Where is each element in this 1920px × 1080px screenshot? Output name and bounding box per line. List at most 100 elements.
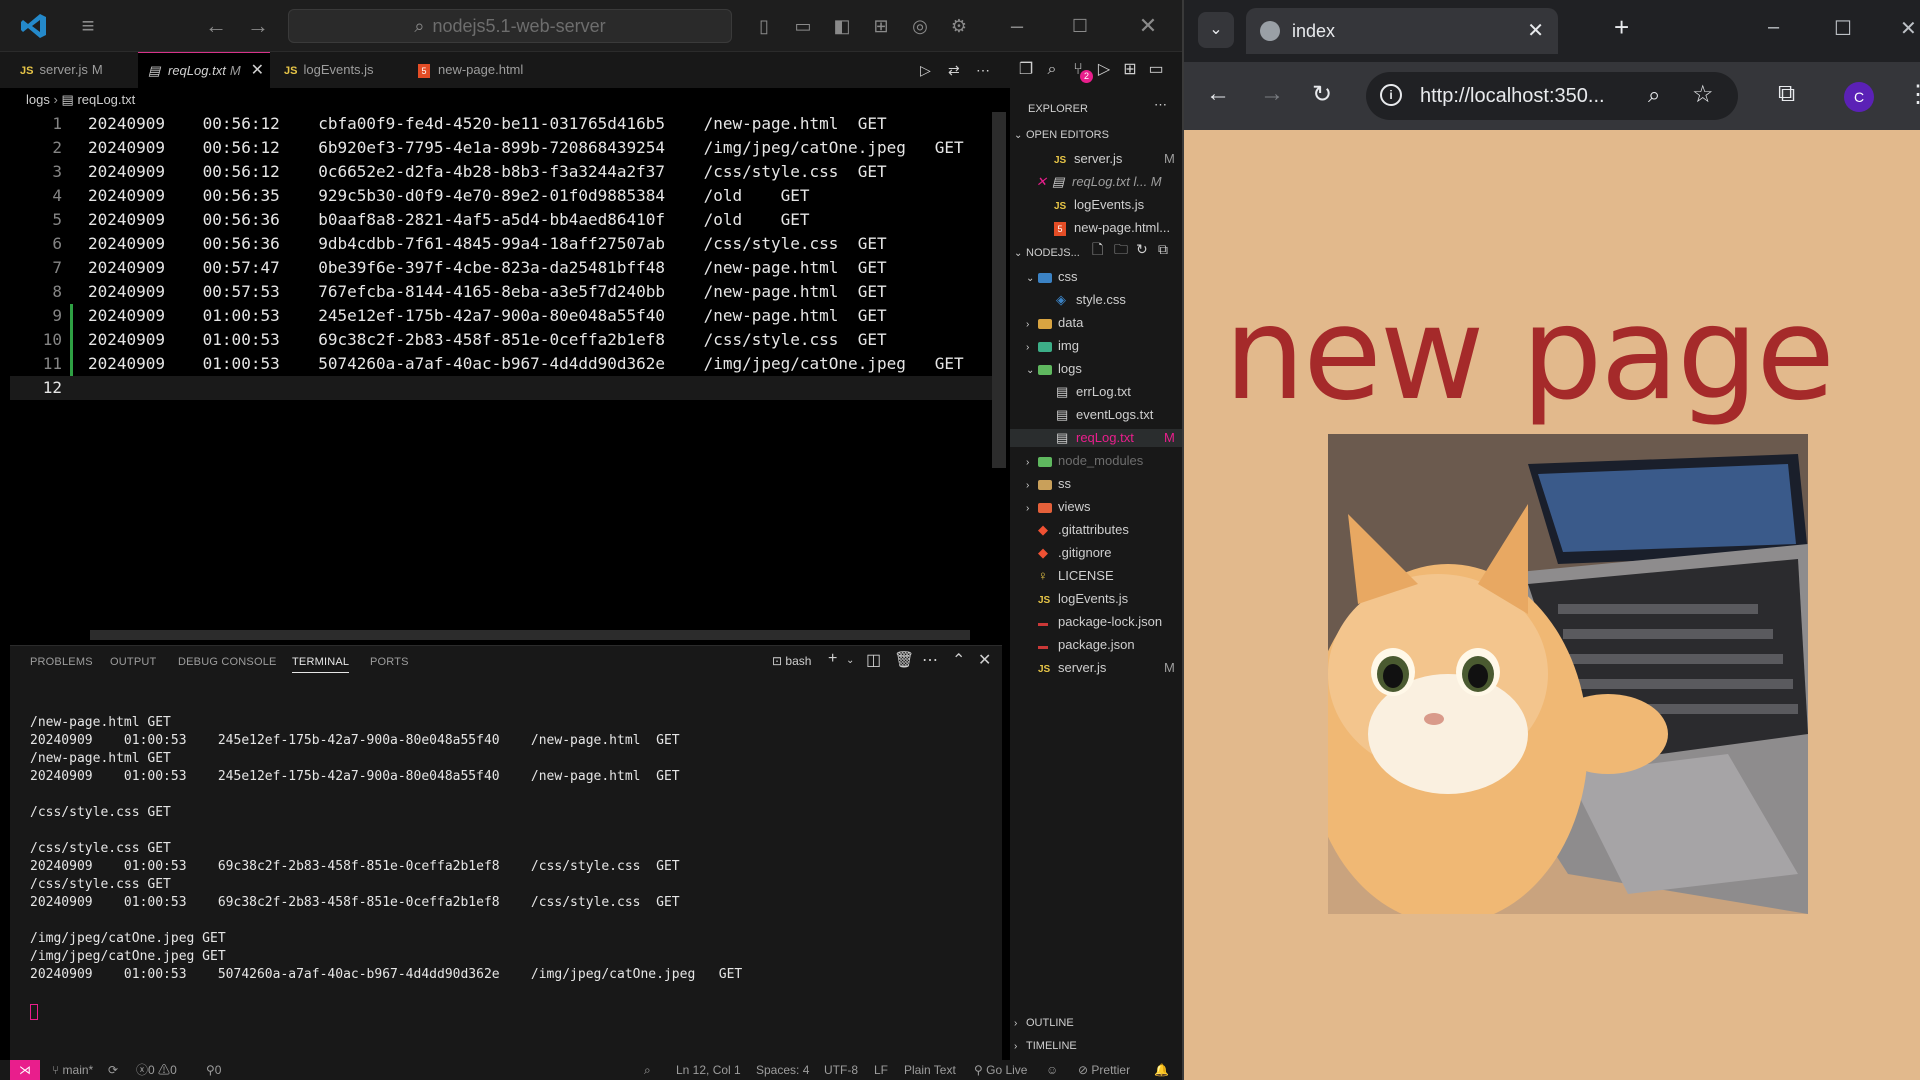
tab-close-icon[interactable]: ✕ xyxy=(251,62,264,79)
outline-header[interactable]: › OUTLINE xyxy=(1014,1014,1074,1033)
extensions-puzzle-icon[interactable]: ⧉ xyxy=(1778,80,1795,108)
close-icon[interactable]: ✕ xyxy=(1036,173,1052,191)
code-editor[interactable]: 1 20240909 00:56:12 cbfa00f9-fe4d-4520-be… xyxy=(10,112,1000,632)
tab-problems[interactable]: PROBLEMS xyxy=(30,656,93,668)
file-item[interactable]: ▬ package-lock.json xyxy=(1038,613,1162,633)
file-item[interactable]: ▤ errLog.txt xyxy=(1056,383,1131,401)
new-terminal-icon[interactable]: + xyxy=(828,650,837,668)
timeline-header[interactable]: › TIMELINE xyxy=(1014,1037,1077,1056)
site-info-icon[interactable]: i xyxy=(1380,84,1402,106)
editor-line[interactable]: 7 20240909 00:57:47 0be39f6e-397f-4cbe-82… xyxy=(10,256,1000,280)
new-folder-icon[interactable]: 🗀 xyxy=(1114,240,1128,258)
forward-arrow-icon[interactable]: → xyxy=(244,12,272,40)
reload-icon[interactable]: ↻ xyxy=(1312,80,1332,109)
indentation[interactable]: Spaces: 4 xyxy=(756,1060,809,1080)
split-terminal-icon[interactable]: ◫ xyxy=(866,650,881,670)
open-editor-item[interactable]: 5 new-page.html... xyxy=(1054,219,1170,237)
address-bar[interactable]: i http://localhost:350... ⌕ ☆ xyxy=(1366,72,1738,120)
more-actions-icon[interactable]: ⋯ xyxy=(1154,96,1167,114)
more-actions-icon[interactable]: ⋯ xyxy=(922,650,938,670)
editor-line[interactable]: 11 20240909 01:00:53 5074260a-a7af-40ac-b… xyxy=(10,352,1000,376)
encoding[interactable]: UTF-8 xyxy=(824,1060,858,1080)
back-arrow-icon[interactable]: ← xyxy=(202,12,230,40)
tab-reqlog-txt[interactable]: ▤ reqLog.txt M ✕ xyxy=(138,52,270,88)
editor-horizontal-scrollbar[interactable] xyxy=(90,630,970,640)
file-item[interactable]: JS logEvents.js xyxy=(1038,590,1128,610)
extensions-icon[interactable]: ⊞ xyxy=(1120,60,1140,80)
file-item[interactable]: ◆ .gitignore xyxy=(1038,544,1111,562)
folder-item[interactable]: › views xyxy=(1026,498,1091,518)
ports-indicator[interactable]: ⚲0 xyxy=(206,1060,221,1080)
back-arrow-icon[interactable]: ← xyxy=(1206,80,1230,108)
open-editors-header[interactable]: ⌄ OPEN EDITORS xyxy=(1014,126,1109,145)
cursor-position[interactable]: Ln 12, Col 1 xyxy=(676,1060,741,1080)
copilot-icon[interactable]: ☺ xyxy=(1046,1060,1058,1080)
minimize-icon[interactable]: – xyxy=(1003,12,1031,40)
bell-icon[interactable]: 🔔 xyxy=(1154,1060,1169,1080)
editor-line[interactable]: 5 20240909 00:56:36 b0aaf8a8-2821-4af5-a5… xyxy=(10,208,1000,232)
breadcrumb-folder[interactable]: logs xyxy=(26,92,50,107)
editor-line[interactable]: 10 20240909 01:00:53 69c38c2f-2b83-458f-8… xyxy=(10,328,1000,352)
editor-line[interactable]: 2 20240909 00:56:12 6b920ef3-7795-4e1a-89… xyxy=(10,136,1000,160)
toggle-panel-icon[interactable]: ▭ xyxy=(789,12,817,40)
new-file-icon[interactable]: 🗋 xyxy=(1092,240,1103,258)
folder-item[interactable]: › node_modules xyxy=(1026,452,1143,472)
editor-line[interactable]: 4 20240909 00:56:35 929c5b30-d0f9-4e70-89… xyxy=(10,184,1000,208)
tab-debug-console[interactable]: DEBUG CONSOLE xyxy=(178,656,277,668)
close-window-icon[interactable]: ✕ xyxy=(1900,16,1917,41)
project-header[interactable]: ⌄ NODEJS... xyxy=(1014,244,1080,263)
forward-arrow-icon[interactable]: → xyxy=(1260,80,1284,108)
editor-vertical-scrollbar[interactable] xyxy=(992,112,1006,468)
file-item-selected[interactable]: ▤ reqLog.txt xyxy=(1010,429,1182,447)
editor-line[interactable]: 3 20240909 00:56:12 0c6652e2-d2fa-4b28-b8… xyxy=(10,160,1000,184)
file-item[interactable]: ▬ package.json xyxy=(1038,636,1135,656)
tab-server-js[interactable]: JS server.js M xyxy=(20,52,140,88)
file-item[interactable]: ◈ style.css xyxy=(1056,291,1126,309)
open-editor-item[interactable]: JS server.js xyxy=(1054,150,1122,170)
menu-icon[interactable]: ≡ xyxy=(74,12,102,40)
compare-changes-icon[interactable]: ⇄ xyxy=(948,52,960,88)
folder-item[interactable]: ⌄ css xyxy=(1026,268,1078,288)
trash-icon[interactable]: 🗑 xyxy=(894,650,914,670)
file-item[interactable]: ▤ eventLogs.txt xyxy=(1056,406,1153,424)
browser-tab-active[interactable]: index ✕ xyxy=(1246,8,1558,54)
gear-icon[interactable]: ⚙ xyxy=(945,12,973,40)
editor-current-line[interactable]: 12 xyxy=(10,376,1000,400)
end-of-line[interactable]: LF xyxy=(874,1060,888,1080)
explorer-icon[interactable]: ❐ xyxy=(1016,60,1036,80)
editor-line[interactable]: 9 20240909 01:00:53 245e12ef-175b-42a7-90… xyxy=(10,304,1000,328)
bookmark-star-icon[interactable]: ☆ xyxy=(1692,80,1714,109)
command-center-search[interactable]: ⌕ nodejs5.1-web-server xyxy=(288,9,732,43)
remote-indicator-icon[interactable]: ⋊ xyxy=(10,1060,40,1080)
tab-terminal[interactable]: TERMINAL xyxy=(292,656,350,673)
tab-logevents-js[interactable]: JS logEvents.js xyxy=(284,52,404,88)
maximize-icon[interactable]: ☐ xyxy=(1834,16,1852,41)
sync-icon[interactable]: ⟳ xyxy=(108,1060,118,1080)
account-icon[interactable]: ◎ xyxy=(906,12,934,40)
breadcrumb-file[interactable]: reqLog.txt xyxy=(77,92,135,107)
tab-ports[interactable]: PORTS xyxy=(370,656,409,668)
maximize-panel-icon[interactable]: ⌃ xyxy=(952,650,965,670)
run-debug-icon[interactable]: ▷ xyxy=(1094,60,1114,80)
new-tab-plus-icon[interactable]: + xyxy=(1614,12,1629,43)
open-editor-item-active[interactable]: ✕ ▤ reqLog.txt l... M xyxy=(1036,173,1162,191)
refresh-icon[interactable]: ↻ xyxy=(1136,240,1148,258)
file-item[interactable]: ◆ .gitattributes xyxy=(1038,521,1129,539)
editor-line[interactable]: 6 20240909 00:56:36 9db4cdbb-7f61-4845-99… xyxy=(10,232,1000,256)
maximize-icon[interactable]: ☐ xyxy=(1066,12,1094,40)
language-mode[interactable]: Plain Text xyxy=(904,1060,956,1080)
tab-search-chevron-down-icon[interactable]: ⌄ xyxy=(1198,12,1234,48)
toggle-primary-sidebar-icon[interactable]: ▯ xyxy=(750,12,778,40)
more-actions-icon[interactable]: ⋯ xyxy=(976,52,990,88)
file-item[interactable]: JS server.js xyxy=(1038,659,1106,679)
folder-item[interactable]: › img xyxy=(1026,337,1079,357)
tab-output[interactable]: OUTPUT xyxy=(110,656,156,668)
search-icon[interactable]: ⌕ xyxy=(1042,60,1062,80)
run-icon[interactable]: ▷ xyxy=(920,52,931,88)
open-editor-item[interactable]: JS logEvents.js xyxy=(1054,196,1144,216)
close-panel-icon[interactable]: ✕ xyxy=(978,650,991,670)
remote-explorer-icon[interactable]: ▭ xyxy=(1146,60,1166,80)
problems-indicator[interactable]: ⓧ0 ⚠0 xyxy=(136,1060,177,1080)
url-text[interactable]: http://localhost:350... xyxy=(1420,85,1605,108)
file-item[interactable]: ♀ LICENSE xyxy=(1038,567,1114,585)
